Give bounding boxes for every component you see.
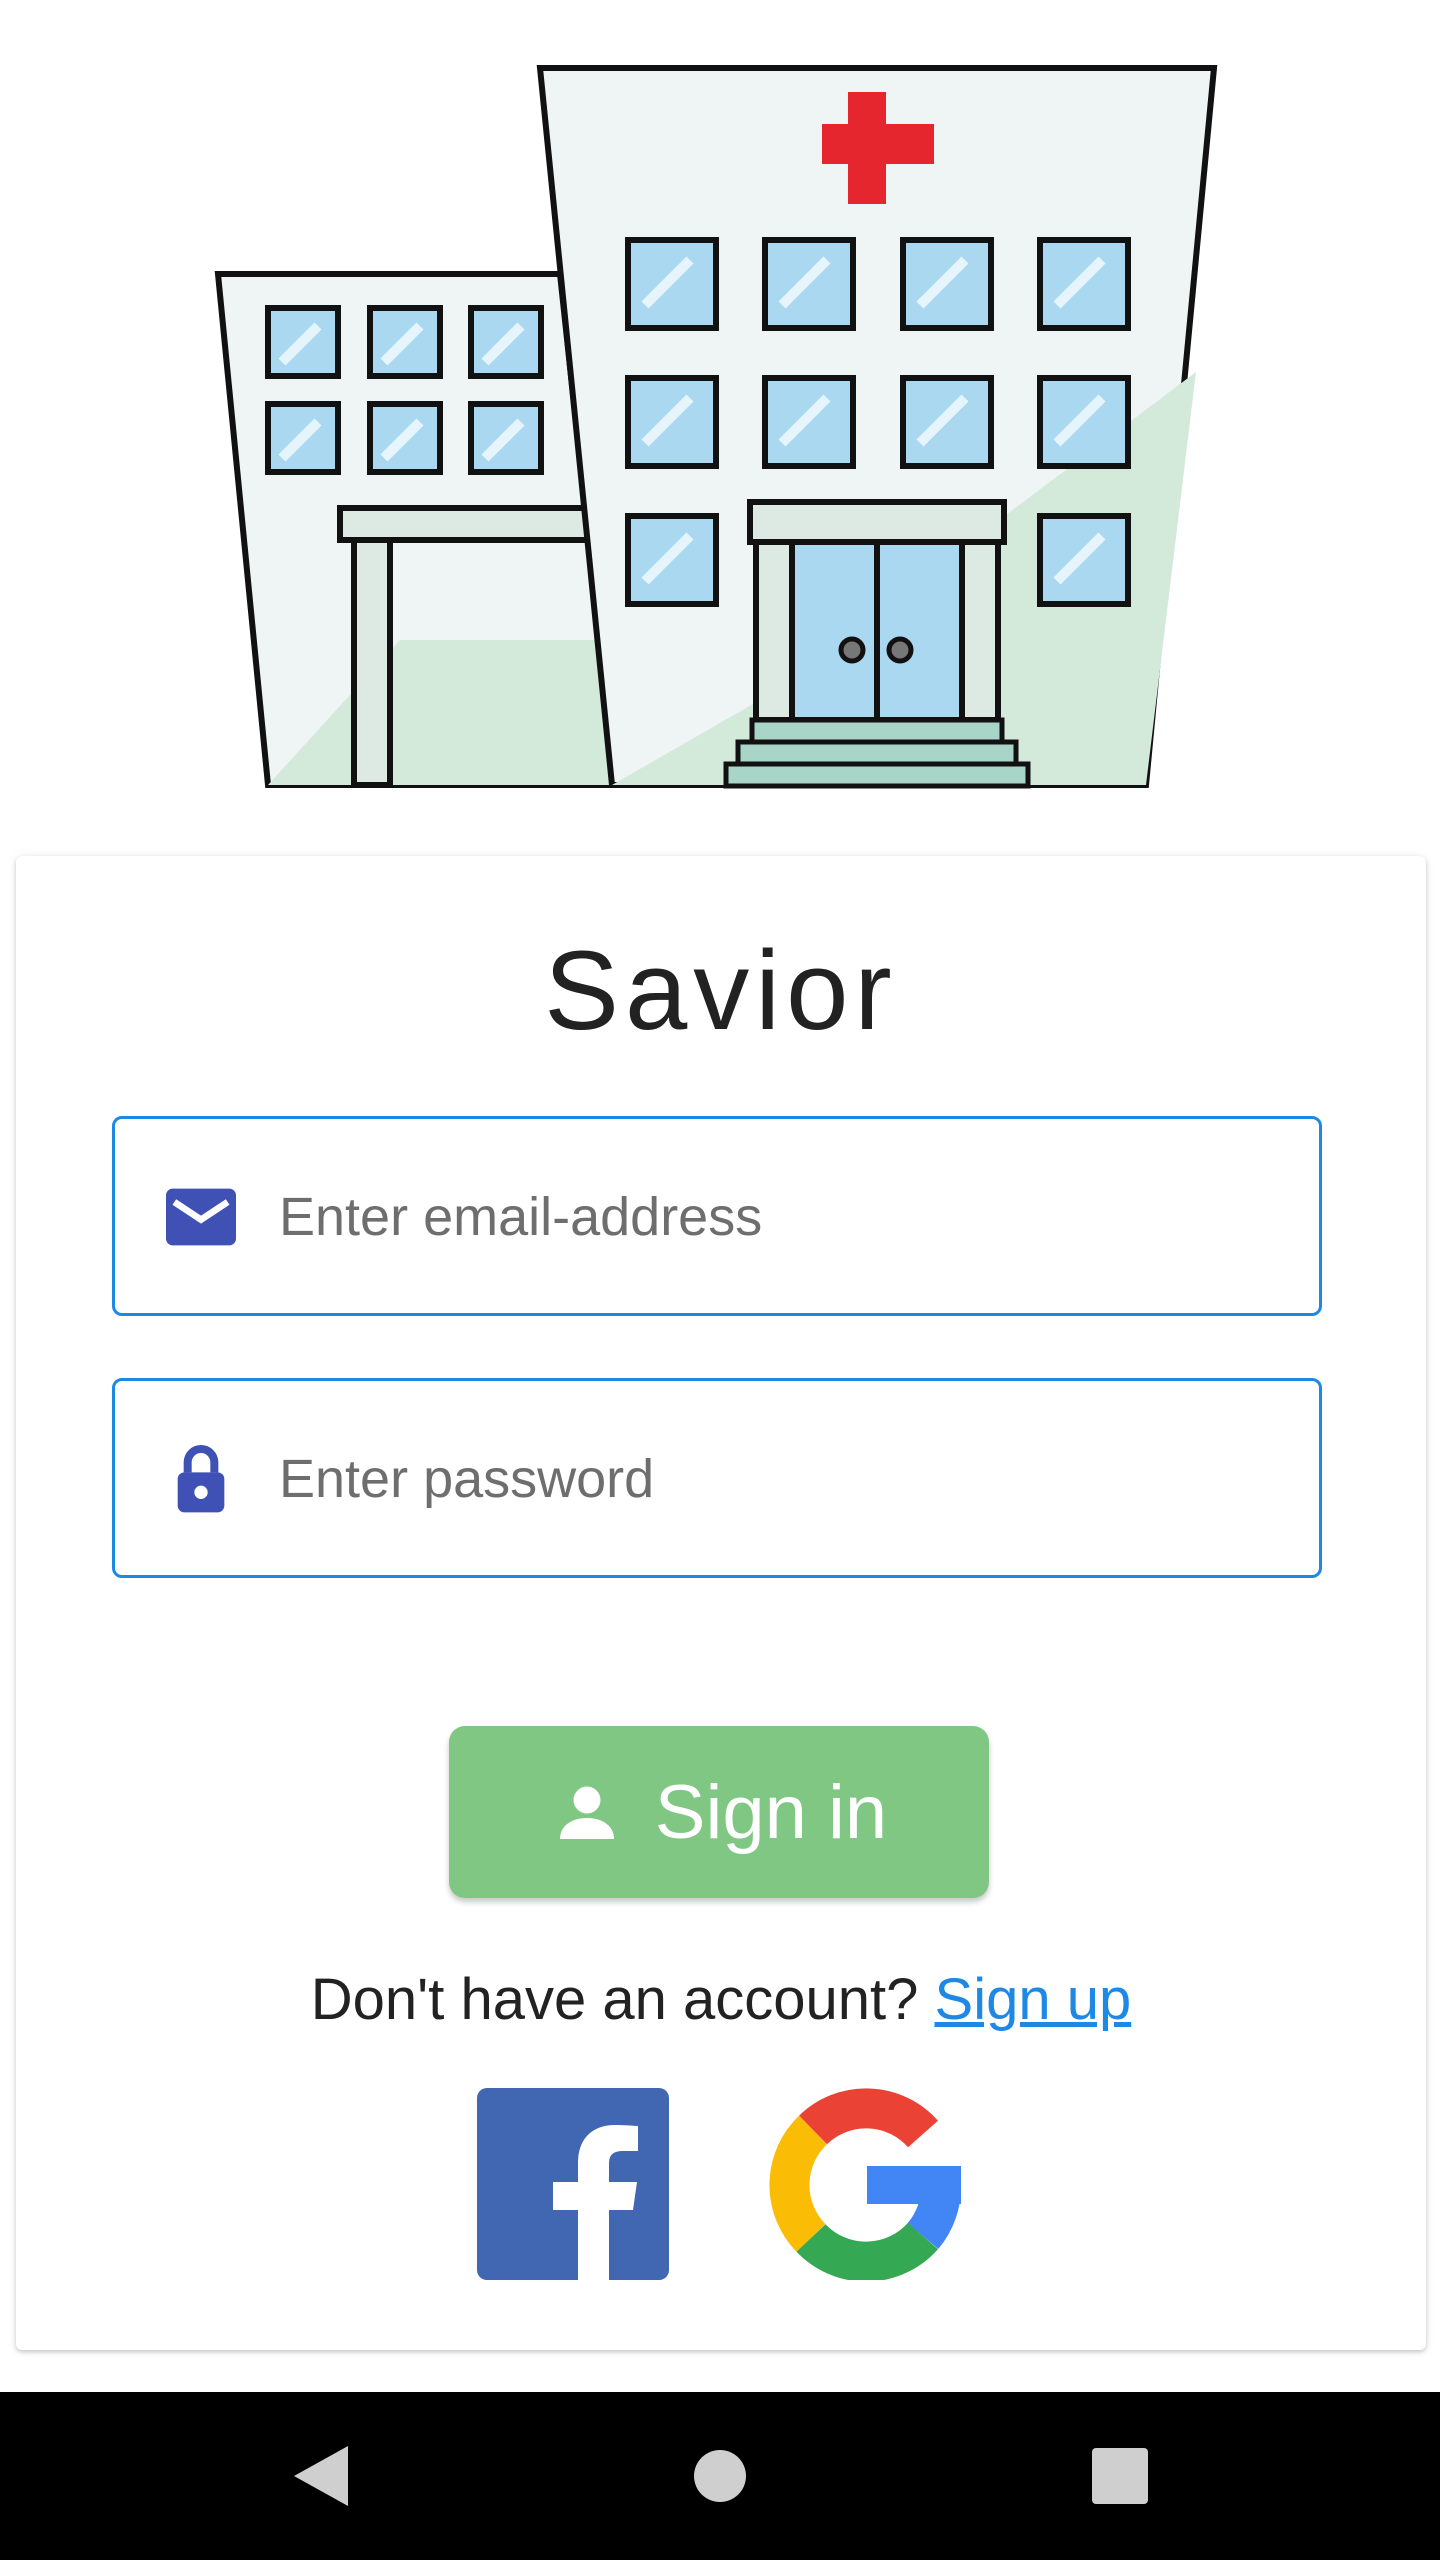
- sign-in-button[interactable]: Sign in: [449, 1726, 989, 1898]
- hospital-building-icon: [214, 65, 1218, 789]
- app-title: Savior: [544, 928, 898, 1053]
- password-field[interactable]: [112, 1378, 1322, 1578]
- home-icon[interactable]: [680, 2436, 760, 2516]
- hospital-illustration: [0, 0, 1440, 820]
- signup-prompt-text: Don't have an account?: [310, 1967, 919, 2032]
- password-input[interactable]: [279, 1429, 1279, 1529]
- back-icon[interactable]: [280, 2436, 360, 2516]
- lock-icon: [177, 1445, 225, 1513]
- facebook-icon: [477, 2088, 669, 2280]
- person-icon: [559, 1786, 614, 1839]
- facebook-login-button[interactable]: [477, 2088, 669, 2280]
- signup-prompt-row: Don't have an account? Sign up: [16, 1966, 1426, 2033]
- sign-up-link[interactable]: Sign up: [935, 1967, 1132, 2032]
- email-input[interactable]: [279, 1167, 1279, 1267]
- recents-icon[interactable]: [1080, 2436, 1160, 2516]
- email-field[interactable]: [112, 1116, 1322, 1316]
- login-card: Savior Sign in Don't have an account? Si…: [16, 856, 1426, 2350]
- mail-icon: [166, 1188, 236, 1246]
- sign-in-label: Sign in: [654, 1769, 888, 1855]
- system-navigation-bar: [0, 2392, 1440, 2560]
- google-icon: [769, 2088, 962, 2282]
- google-login-button[interactable]: [769, 2088, 962, 2282]
